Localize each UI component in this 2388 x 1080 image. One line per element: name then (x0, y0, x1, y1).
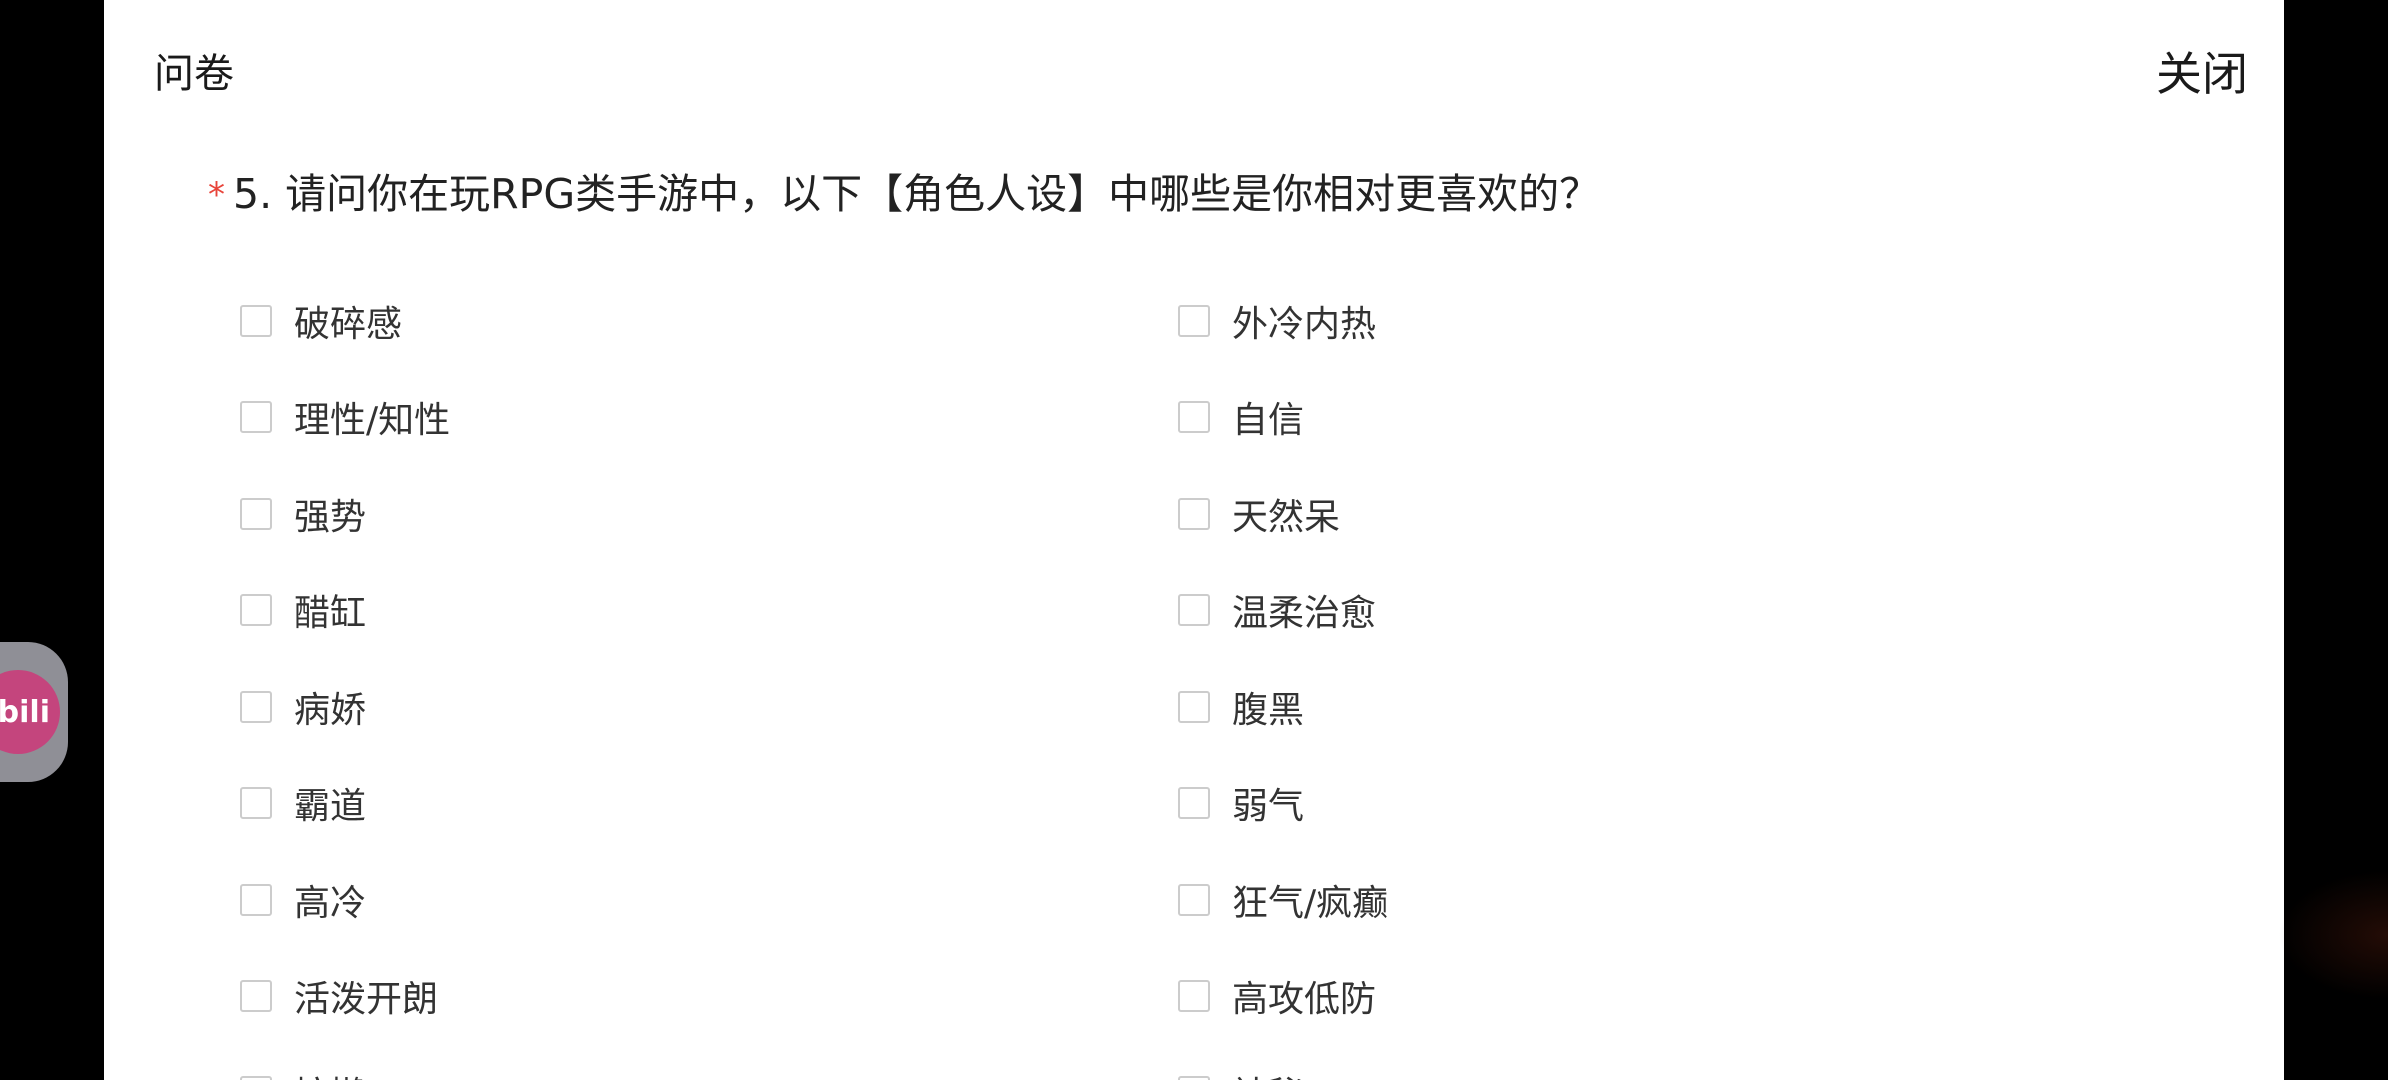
option-item[interactable]: 神秘 (1178, 1062, 1304, 1080)
option-item[interactable]: 醋缸 (240, 580, 366, 640)
bilibili-icon: bili (0, 670, 60, 754)
checkbox[interactable] (240, 691, 272, 723)
option-label: 外冷内热 (1232, 304, 1377, 345)
checkbox[interactable] (1178, 594, 1210, 626)
option-label: 活泼开朗 (294, 979, 439, 1020)
option-label: 弱气 (1232, 786, 1305, 827)
option-item[interactable]: 天然呆 (1178, 484, 1340, 544)
option-item[interactable]: 腹黑 (1178, 677, 1304, 737)
option-item[interactable]: 高冷 (240, 870, 366, 930)
question-text: 5. 请问你在玩RPG类手游中，以下【角色人设】中哪些是你相对更喜欢的？ (233, 170, 1601, 218)
edge-glow (2278, 870, 2388, 1000)
option-item[interactable]: 弱气 (1178, 773, 1304, 833)
checkbox[interactable] (240, 787, 272, 819)
checkbox[interactable] (240, 498, 272, 530)
page-title: 问卷 (154, 51, 234, 97)
option-label: 高攻低防 (1232, 979, 1377, 1020)
option-label: 霸道 (294, 786, 367, 827)
option-label: 理性/知性 (294, 400, 451, 441)
bilibili-float-button[interactable]: bili (0, 642, 68, 782)
checkbox[interactable] (1178, 305, 1210, 337)
checkbox[interactable] (1178, 498, 1210, 530)
option-item[interactable]: 霸道 (240, 773, 366, 833)
question-title: * 5. 请问你在玩RPG类手游中，以下【角色人设】中哪些是你相对更喜欢的？ (208, 166, 1600, 223)
option-item[interactable]: 慵懒 (240, 1062, 366, 1080)
questionnaire-sheet: 问卷 关闭 * 5. 请问你在玩RPG类手游中，以下【角色人设】中哪些是你相对更喜… (104, 0, 2284, 1080)
option-label: 温柔治愈 (1232, 593, 1377, 634)
close-button[interactable]: 关闭 (2156, 44, 2248, 104)
option-item[interactable]: 高攻低防 (1178, 966, 1376, 1026)
option-item[interactable]: 自信 (1178, 387, 1304, 447)
checkbox[interactable] (240, 980, 272, 1012)
required-mark: * (208, 175, 225, 215)
checkbox[interactable] (240, 1076, 272, 1080)
checkbox[interactable] (1178, 980, 1210, 1012)
checkbox[interactable] (1178, 1076, 1210, 1080)
option-label: 狂气/疯癫 (1232, 883, 1389, 924)
option-item[interactable]: 外冷内热 (1178, 291, 1376, 351)
option-label: 强势 (294, 497, 367, 538)
option-item[interactable]: 病娇 (240, 677, 366, 737)
option-item[interactable]: 破碎感 (240, 291, 402, 351)
checkbox[interactable] (240, 884, 272, 916)
option-label: 自信 (1232, 400, 1305, 441)
option-item[interactable]: 强势 (240, 484, 366, 544)
option-label: 慵懒 (294, 1066, 366, 1080)
option-label: 腹黑 (1232, 690, 1305, 731)
option-label: 破碎感 (294, 304, 403, 345)
option-label: 病娇 (294, 690, 367, 731)
option-item[interactable]: 狂气/疯癫 (1178, 870, 1388, 930)
checkbox[interactable] (240, 401, 272, 433)
checkbox[interactable] (1178, 401, 1210, 433)
option-label: 天然呆 (1232, 497, 1341, 538)
checkbox[interactable] (1178, 884, 1210, 916)
checkbox[interactable] (240, 594, 272, 626)
option-label: 醋缸 (294, 593, 367, 634)
option-item[interactable]: 温柔治愈 (1178, 580, 1376, 640)
checkbox[interactable] (240, 305, 272, 337)
bili-logo-text: bili (0, 694, 50, 730)
option-label: 高冷 (294, 883, 367, 924)
option-label: 神秘 (1232, 1066, 1304, 1080)
option-item[interactable]: 活泼开朗 (240, 966, 438, 1026)
checkbox[interactable] (1178, 787, 1210, 819)
checkbox[interactable] (1178, 691, 1210, 723)
option-item[interactable]: 理性/知性 (240, 387, 450, 447)
